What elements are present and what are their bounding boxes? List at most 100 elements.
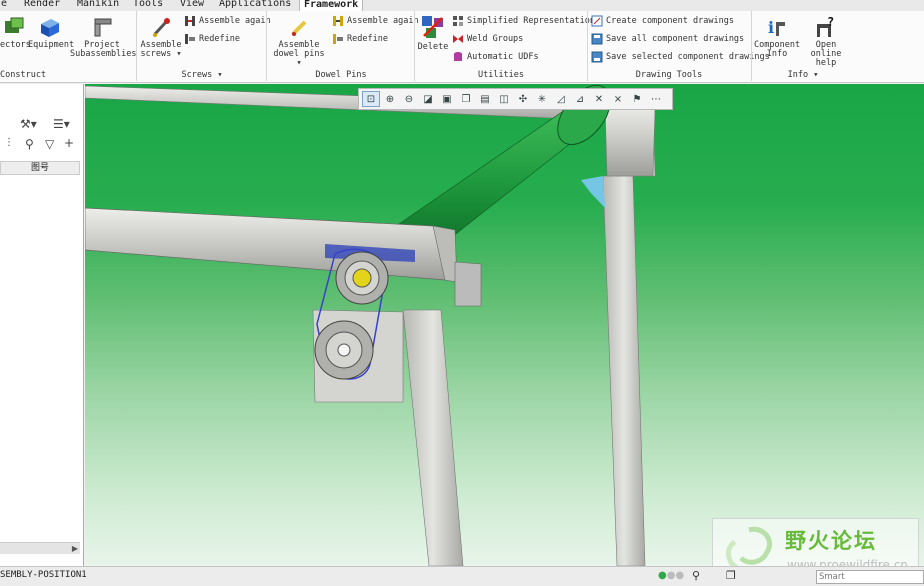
csys-display-icon[interactable]: ⚑ bbox=[628, 91, 646, 107]
screw-icon bbox=[153, 18, 170, 37]
weld-groups-button[interactable]: Weld Groups bbox=[452, 32, 523, 46]
drawing-tools-group-label: Drawing Tools bbox=[635, 70, 703, 80]
save-selected-icon bbox=[591, 51, 603, 62]
point-display-icon[interactable]: ⨯ bbox=[609, 91, 627, 107]
project-subassemblies-button[interactable]: Project Subassemblies bbox=[70, 16, 137, 59]
screws-assemble-again-button[interactable]: Assemble again bbox=[184, 14, 271, 28]
save-all-icon bbox=[591, 33, 603, 44]
dowel-pin-icon bbox=[291, 20, 307, 36]
save-selected-component-drawings-button[interactable]: Save selected component drawings bbox=[591, 50, 770, 64]
simplified-representations-label: Simplified Representations bbox=[467, 16, 601, 26]
tree-dropdown-arrow-icon[interactable]: ⋮ bbox=[4, 137, 14, 148]
lower-sprocket-bore bbox=[337, 343, 351, 357]
add-icon[interactable]: + bbox=[64, 136, 74, 150]
app-window: e Render Manikin Tools View Applications… bbox=[0, 0, 924, 586]
zoom-in-icon[interactable]: ⊕ bbox=[381, 91, 399, 107]
tree-settings-icon[interactable]: ⚒▾ bbox=[20, 117, 37, 131]
find-binoculars-icon[interactable]: ⚲ bbox=[25, 137, 34, 151]
front-post bbox=[402, 309, 464, 566]
save-all-component-drawings-button[interactable]: Save all component drawings bbox=[591, 32, 744, 46]
dowel-redefine-button[interactable]: Redefine bbox=[332, 32, 388, 46]
open-online-help-label1: Open online bbox=[810, 40, 842, 59]
assemble-screws-button[interactable]: Assemble screws ▾ bbox=[140, 16, 182, 59]
automatic-udfs-label: Automatic UDFs bbox=[467, 52, 539, 62]
filter-icon[interactable]: ▽ bbox=[45, 137, 54, 151]
find-icon[interactable]: ⚲ bbox=[692, 569, 700, 582]
annotation-display-icon[interactable]: ◿ bbox=[552, 91, 570, 107]
saved-orientations-icon[interactable]: ❐ bbox=[457, 91, 475, 107]
refit-icon[interactable]: ⊡ bbox=[362, 91, 380, 107]
tree-horizontal-scrollbar[interactable]: ▶ bbox=[0, 542, 80, 554]
tab-view[interactable]: View bbox=[180, 0, 204, 11]
simplified-representations-button[interactable]: Simplified Representations bbox=[452, 14, 600, 28]
axis-display-icon[interactable]: ✕ bbox=[590, 91, 608, 107]
connectors-button[interactable]: ectors bbox=[0, 16, 31, 50]
info-group-label[interactable]: Info ▾ bbox=[754, 69, 852, 82]
utilities-group-label: Utilities bbox=[477, 70, 525, 80]
redefine-icon bbox=[333, 33, 343, 44]
group-separator bbox=[751, 11, 752, 81]
screws-group-label[interactable]: Screws ▾ bbox=[140, 69, 264, 82]
save-all-component-drawings-label: Save all component drawings bbox=[606, 34, 745, 44]
zoom-out-icon[interactable]: ⊖ bbox=[400, 91, 418, 107]
delete-icon bbox=[422, 16, 443, 38]
plane-display-icon[interactable]: ⊿ bbox=[571, 91, 589, 107]
graphics-viewport[interactable]: ⊡ ⊕ ⊖ ◪ ▣ ❐ ▤ ◫ ✣ ✳ ◿ ⊿ ✕ ⨯ ⚑ ⋯ bbox=[85, 84, 924, 566]
view-manager-icon[interactable]: ▤ bbox=[476, 91, 494, 107]
group-separator bbox=[266, 11, 267, 81]
dowel-group-label: Dowel Pins bbox=[315, 70, 367, 80]
delete-label: Delete bbox=[417, 42, 449, 52]
component-info-label2: Info bbox=[766, 49, 788, 59]
more-display-icon[interactable]: ⋯ bbox=[647, 91, 665, 107]
udf-icon bbox=[454, 51, 462, 61]
component-info-icon: i bbox=[768, 18, 785, 37]
top-right-joint bbox=[604, 103, 656, 177]
scroll-right-icon[interactable]: ▶ bbox=[72, 543, 78, 555]
assemble-dowel-pins-button[interactable]: Assemble dowel pins ▾ bbox=[270, 16, 328, 68]
simplified-rep-icon bbox=[453, 15, 463, 26]
automatic-udfs-button[interactable]: Automatic UDFs bbox=[452, 50, 539, 64]
model-tree-panel: ⚒▾ ☰▾ ⋮ ⚲ ▽ + 图号 ▶ bbox=[0, 84, 84, 566]
repaint-icon[interactable]: ◪ bbox=[419, 91, 437, 107]
subassemblies-label: Subassemblies bbox=[70, 49, 137, 59]
ribbon: ectors Equipment Project Subassemblies C… bbox=[0, 11, 924, 83]
tab-framework[interactable]: Framework bbox=[299, 0, 364, 11]
right-post bbox=[602, 175, 646, 566]
selection-filter-icon[interactable]: ❐ bbox=[726, 569, 736, 582]
tab-partial[interactable]: e bbox=[1, 0, 7, 11]
equipment-button[interactable]: Equipment bbox=[28, 16, 74, 50]
create-component-drawings-button[interactable]: Create component drawings bbox=[591, 14, 734, 28]
svg-text:?: ? bbox=[827, 16, 834, 29]
subassembly-icon bbox=[94, 18, 112, 37]
menu-bar: e Render Manikin Tools View Applications… bbox=[0, 0, 924, 11]
dowel-assemble-again-button[interactable]: Assemble again bbox=[332, 14, 419, 28]
front-beam bbox=[85, 207, 446, 281]
connectors-icon bbox=[5, 17, 24, 33]
delete-button[interactable]: Delete bbox=[417, 14, 449, 52]
tab-applications[interactable]: Applications bbox=[219, 0, 291, 11]
weld-groups-label: Weld Groups bbox=[467, 34, 524, 44]
screws-redefine-button[interactable]: Redefine bbox=[184, 32, 240, 46]
svg-text:i: i bbox=[768, 18, 774, 37]
help-icon: ? bbox=[817, 16, 834, 37]
equipment-icon bbox=[41, 19, 59, 37]
view-toolbar: ⊡ ⊕ ⊖ ◪ ▣ ❐ ▤ ◫ ✣ ✳ ◿ ⊿ ✕ ⨯ ⚑ ⋯ bbox=[358, 88, 673, 110]
group-separator bbox=[587, 11, 588, 81]
selection-filter-dropdown[interactable]: Smart bbox=[816, 570, 924, 584]
tab-manikin[interactable]: Manikin bbox=[77, 0, 119, 11]
equipment-label: Equipment bbox=[28, 40, 75, 50]
open-online-help-label2: help bbox=[815, 58, 837, 68]
tab-render[interactable]: Render bbox=[24, 0, 60, 11]
tree-column-header[interactable]: 图号 bbox=[0, 161, 80, 175]
save-selected-component-drawings-label: Save selected component drawings bbox=[606, 52, 770, 62]
perspective-icon[interactable]: ◫ bbox=[495, 91, 513, 107]
tab-tools[interactable]: Tools bbox=[133, 0, 163, 11]
spin-center-icon[interactable]: ✳ bbox=[533, 91, 551, 107]
datum-display-icon[interactable]: ✣ bbox=[514, 91, 532, 107]
component-info-button[interactable]: i Component Info bbox=[754, 16, 800, 59]
create-drawing-icon bbox=[591, 15, 603, 26]
display-style-icon[interactable]: ▣ bbox=[438, 91, 456, 107]
tree-columns-icon[interactable]: ☰▾ bbox=[53, 117, 70, 131]
open-online-help-button[interactable]: ? Open online help bbox=[800, 16, 852, 68]
redefine-icon bbox=[185, 33, 195, 44]
